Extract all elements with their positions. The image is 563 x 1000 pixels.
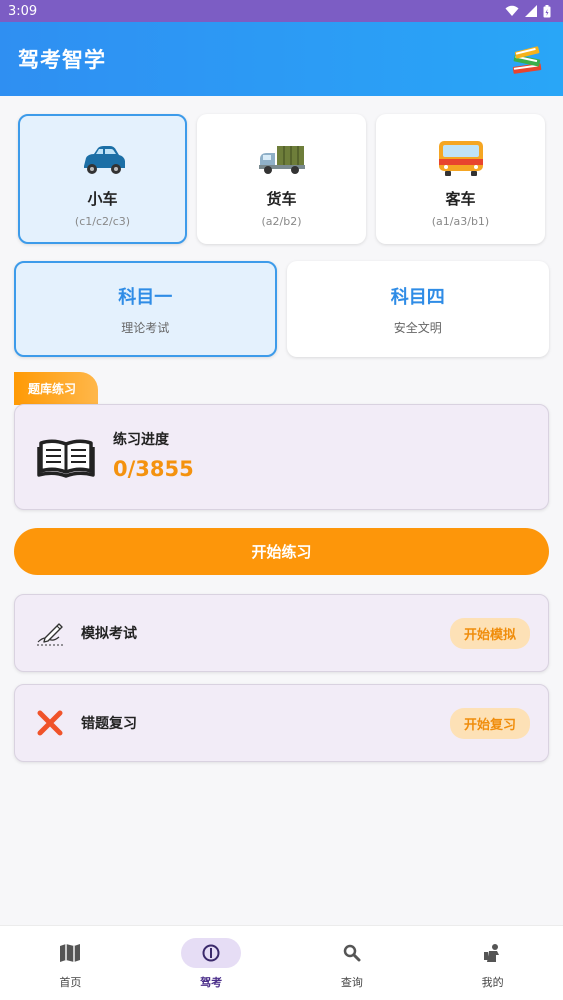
app-title: 驾考智学 [18, 48, 106, 72]
nav-item-exam[interactable]: 驾考 [141, 926, 282, 1000]
nav-icon-container [181, 938, 242, 968]
search-icon [343, 944, 361, 962]
nav-item-profile[interactable]: 我的 [422, 926, 563, 1000]
app-bar: 驾考智学 [0, 22, 563, 96]
progress-text: 练习进度 0/3855 [113, 429, 194, 481]
subject-title: 科目一 [118, 286, 173, 308]
nav-label: 驾考 [200, 976, 223, 989]
nav-icon-container [322, 938, 382, 968]
vehicle-card-car[interactable]: 小车 (c1/c2/c3) [18, 114, 187, 244]
signal-icon [525, 5, 537, 17]
vehicle-type-selector: 小车 (c1/c2/c3) 货车 (a2/b2) 客车 (a1/a3/b1) [18, 114, 545, 244]
exam-icon [202, 944, 220, 962]
vehicle-card-truck[interactable]: 货车 (a2/b2) [197, 114, 366, 244]
nav-label: 首页 [59, 976, 82, 989]
nav-label: 我的 [481, 976, 504, 989]
vehicle-name: 客车 [445, 190, 476, 208]
open-book-icon [37, 439, 95, 478]
wrong-review-label: 错题复习 [81, 716, 137, 732]
nav-item-home[interactable]: 首页 [0, 926, 141, 1000]
vehicle-name: 货车 [266, 190, 297, 208]
wifi-icon [505, 5, 519, 16]
nav-icon-container [463, 938, 523, 968]
pen-writing-icon [37, 623, 63, 646]
start-review-button[interactable]: 开始复习 [449, 707, 530, 739]
nav-icon-container [40, 938, 100, 968]
truck-icon [258, 146, 305, 174]
subject-subtitle: 安全文明 [393, 320, 442, 335]
practice-progress-card: 练习进度 0/3855 [14, 404, 549, 510]
person-icon [483, 944, 499, 962]
subject-subtitle: 理论考试 [121, 320, 170, 335]
books-icon[interactable] [509, 41, 545, 77]
car-icon [83, 146, 125, 174]
vehicle-license-types: (a2/b2) [261, 215, 302, 228]
vehicle-license-types: (a1/a3/b1) [431, 215, 490, 228]
battery-icon [543, 4, 551, 17]
progress-value: 0/3855 [113, 457, 194, 481]
red-cross-icon [37, 710, 63, 736]
mock-exam-card[interactable]: 模拟考试 开始模拟 [14, 594, 549, 672]
vehicle-card-bus[interactable]: 客车 (a1/a3/b1) [376, 114, 545, 244]
map-icon [60, 944, 81, 962]
subject-card-one[interactable]: 科目一 理论考试 [14, 261, 277, 357]
nav-item-query[interactable]: 查询 [282, 926, 423, 1000]
start-practice-button[interactable]: 开始练习 [14, 528, 549, 575]
status-icons [505, 4, 551, 18]
question-bank-tag: 题库练习 [14, 372, 98, 405]
vehicle-license-types: (c1/c2/c3) [74, 215, 131, 228]
status-time: 3:09 [8, 3, 38, 19]
progress-label: 练习进度 [113, 432, 169, 448]
vehicle-name: 小车 [87, 190, 118, 208]
subject-card-four[interactable]: 科目四 安全文明 [286, 261, 549, 357]
bottom-navigation: 首页 驾考 查询 我的 [0, 925, 563, 1000]
start-mock-button[interactable]: 开始模拟 [449, 617, 530, 649]
subject-title: 科目四 [390, 286, 445, 308]
mock-exam-label: 模拟考试 [81, 626, 137, 642]
bus-icon [438, 141, 483, 176]
wrong-review-card[interactable]: 错题复习 开始复习 [14, 684, 549, 762]
nav-label: 查询 [340, 976, 363, 989]
subject-selector: 科目一 理论考试 科目四 安全文明 [14, 261, 549, 357]
status-bar: 3:09 [0, 0, 563, 22]
